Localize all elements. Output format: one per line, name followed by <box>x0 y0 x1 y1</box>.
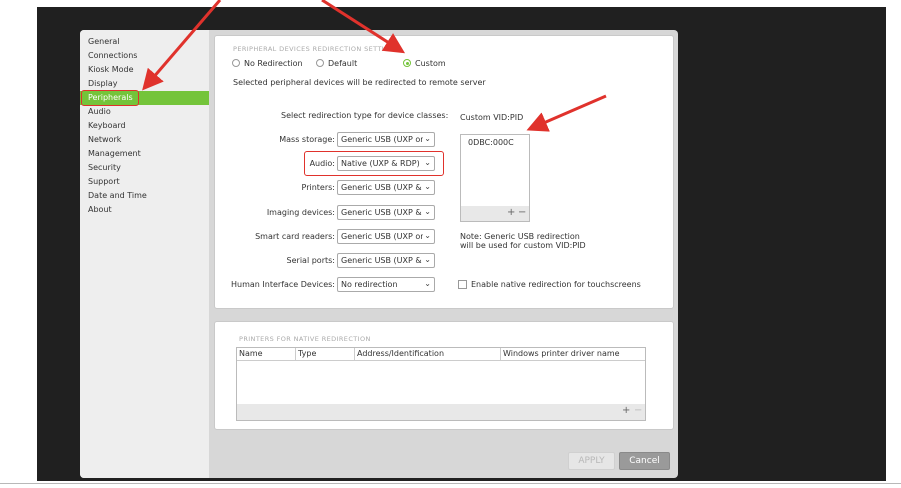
device-label-smart-card: Smart card readers: <box>255 232 335 241</box>
redirection-note: Selected peripheral devices will be redi… <box>233 78 486 87</box>
radio-no-redirection[interactable] <box>232 59 240 67</box>
imaging-devices-select[interactable]: Generic USB (UXP & RDP)⌄ <box>337 205 435 220</box>
sidebar-item-about[interactable]: About <box>80 203 209 217</box>
sidebar-item-date-and-time[interactable]: Date and Time <box>80 189 209 203</box>
column-header-name[interactable]: Name <box>237 348 296 360</box>
vidpid-list[interactable]: 0DBC:000C + − <box>460 134 530 222</box>
sidebar-item-network[interactable]: Network <box>80 133 209 147</box>
select-value: Generic USB (UXP & RDP) <box>341 183 423 192</box>
device-label-mass-storage: Mass storage: <box>279 135 335 144</box>
sidebar-item-keyboard[interactable]: Keyboard <box>80 119 209 133</box>
vidpid-note-line2: will be used for custom VID:PID <box>460 241 586 250</box>
select-value: Generic USB (UXP & RDP) <box>341 208 423 217</box>
mass-storage-select[interactable]: Generic USB (UXP only)⌄ <box>337 132 435 147</box>
serial-ports-select[interactable]: Generic USB (UXP & RDP)⌄ <box>337 253 435 268</box>
device-label-imaging: Imaging devices: <box>266 208 335 217</box>
add-printer-button[interactable]: + <box>622 405 630 416</box>
column-header-driver[interactable]: Windows printer driver name <box>501 348 645 360</box>
select-value: Generic USB (UXP only) <box>341 232 423 241</box>
remove-printer-button[interactable]: − <box>634 405 642 416</box>
smart-card-readers-select[interactable]: Generic USB (UXP only)⌄ <box>337 229 435 244</box>
header-divider <box>237 360 645 361</box>
sidebar-item-display[interactable]: Display <box>80 77 209 91</box>
select-value: No redirection <box>341 280 398 289</box>
radio-label-custom: Custom <box>415 59 446 68</box>
chevron-down-icon: ⌄ <box>424 182 431 191</box>
audio-select[interactable]: Native (UXP & RDP) ⌄ <box>337 156 435 171</box>
column-header-address[interactable]: Address/Identification <box>355 348 501 360</box>
apply-button[interactable]: APPLY <box>568 452 615 470</box>
sidebar-item-audio[interactable]: Audio <box>80 105 209 119</box>
sidebar-item-support[interactable]: Support <box>80 175 209 189</box>
vidpid-note-line1: Note: Generic USB redirection <box>460 232 580 241</box>
vidpid-entry[interactable]: 0DBC:000C <box>468 138 514 147</box>
select-value: Native (UXP & RDP) <box>341 159 420 168</box>
remove-vidpid-button[interactable]: − <box>518 207 526 218</box>
printers-select[interactable]: Generic USB (UXP & RDP)⌄ <box>337 180 435 195</box>
touchscreen-checkbox[interactable] <box>458 280 467 289</box>
printers-section-title: PRINTERS FOR NATIVE REDIRECTION <box>239 335 371 343</box>
device-label-printers: Printers: <box>301 183 335 192</box>
section-title: PERIPHERAL DEVICES REDIRECTION SETTI <box>233 45 385 53</box>
device-classes-heading: Select redirection type for device class… <box>281 111 449 120</box>
page-divider <box>0 483 901 484</box>
hid-select[interactable]: No redirection ⌄ <box>337 277 435 292</box>
device-label-audio: Audio: <box>309 159 335 168</box>
sidebar-item-kiosk-mode[interactable]: Kiosk Mode <box>80 63 209 77</box>
chevron-down-icon: ⌄ <box>424 255 431 264</box>
cancel-button[interactable]: Cancel <box>619 452 670 470</box>
column-header-type[interactable]: Type <box>296 348 355 360</box>
radio-default[interactable] <box>316 59 324 67</box>
printers-table-footer: + − <box>237 404 645 420</box>
add-vidpid-button[interactable]: + <box>507 207 515 218</box>
device-label-serial-ports: Serial ports: <box>286 256 335 265</box>
radio-label-default: Default <box>328 59 358 68</box>
peripheral-redirection-panel: PERIPHERAL DEVICES REDIRECTION SETTI No … <box>214 35 674 309</box>
chevron-down-icon: ⌄ <box>424 231 431 240</box>
chevron-down-icon: ⌄ <box>424 158 431 167</box>
sidebar-item-security[interactable]: Security <box>80 161 209 175</box>
vidpid-heading: Custom VID:PID <box>460 113 524 122</box>
chevron-down-icon: ⌄ <box>424 207 431 216</box>
select-value: Generic USB (UXP & RDP) <box>341 256 423 265</box>
printers-table: Name Type Address/Identification Windows… <box>236 347 646 421</box>
sidebar-item-general[interactable]: General <box>80 35 209 49</box>
sidebar-item-management[interactable]: Management <box>80 147 209 161</box>
chevron-down-icon: ⌄ <box>424 279 431 288</box>
radio-label-no-redirection: No Redirection <box>244 59 303 68</box>
chevron-down-icon: ⌄ <box>424 134 431 143</box>
printers-panel: PRINTERS FOR NATIVE REDIRECTION Name Typ… <box>214 321 674 430</box>
select-value: Generic USB (UXP only) <box>341 135 423 144</box>
radio-custom[interactable] <box>403 59 411 67</box>
device-label-hid: Human Interface Devices: <box>231 280 335 289</box>
sidebar: General Connections Kiosk Mode Display P… <box>80 30 209 478</box>
vidpid-list-footer: + − <box>461 206 529 221</box>
sidebar-item-connections[interactable]: Connections <box>80 49 209 63</box>
touchscreen-checkbox-label: Enable native redirection for touchscree… <box>471 280 641 289</box>
settings-dialog: General Connections Kiosk Mode Display P… <box>80 30 678 478</box>
sidebar-item-peripherals[interactable]: Peripherals <box>80 91 209 105</box>
